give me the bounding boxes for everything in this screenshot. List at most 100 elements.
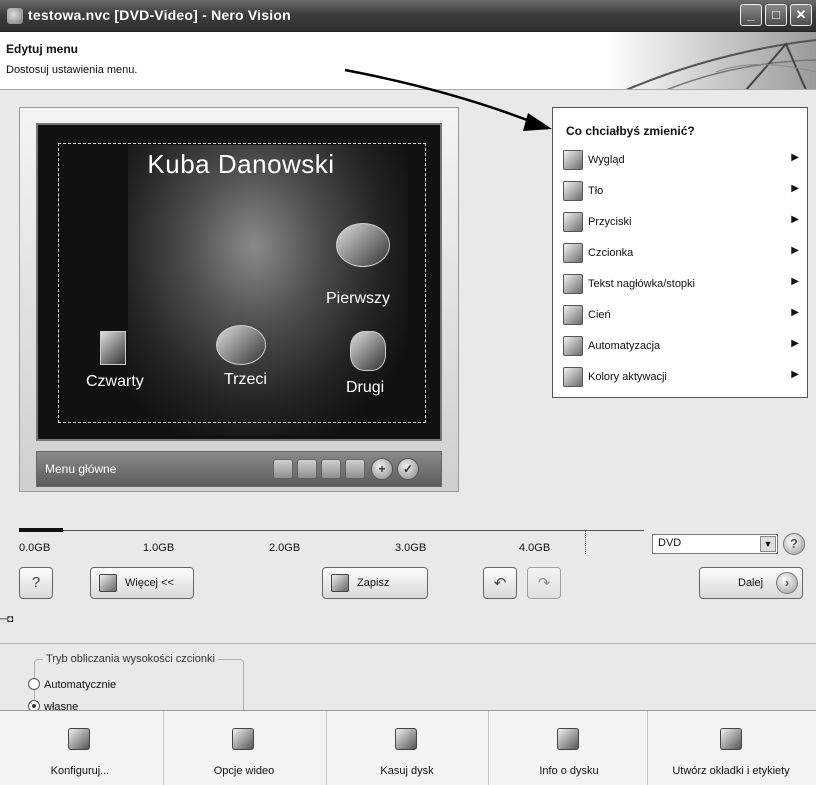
- capacity-scale-line: [19, 530, 644, 531]
- disc-type-value: DVD: [658, 537, 682, 549]
- change-item-label: Wygląd: [588, 154, 625, 166]
- next-page-icon[interactable]: [321, 459, 341, 479]
- pin-icon[interactable]: ─◘: [0, 614, 13, 625]
- button-thumbnail-czwarty[interactable]: [100, 331, 126, 365]
- radio-automatic[interactable]: Automatycznie: [28, 678, 116, 691]
- erase-disc-label: Kasuj dysk: [380, 765, 434, 777]
- last-page-icon[interactable]: [345, 459, 365, 479]
- close-button[interactable]: ✕: [790, 4, 812, 26]
- previous-page-icon[interactable]: [297, 459, 317, 479]
- submenu-arrow-icon: ▶: [791, 152, 799, 163]
- confirm-icon[interactable]: ✓: [397, 458, 419, 480]
- cover-label-icon: [720, 728, 742, 750]
- change-item-kolory-aktywacji[interactable]: Kolory aktywacji ▶: [563, 365, 801, 391]
- save-button-label: Zapisz: [357, 577, 390, 589]
- change-item-wyglad[interactable]: Wygląd ▶: [563, 148, 801, 174]
- bottom-toolbar: Konfiguruj... Opcje wideo Kasuj dysk Inf…: [0, 710, 816, 785]
- submenu-arrow-icon: ▶: [791, 245, 799, 256]
- undo-icon: ↶: [493, 575, 507, 592]
- create-covers-button[interactable]: Utwórz okładki i etykiety: [648, 711, 814, 785]
- change-item-czcionka[interactable]: Czcionka ▶: [563, 241, 801, 267]
- page-subtitle: Dostosuj ustawienia menu.: [6, 64, 138, 76]
- layout-icon: [563, 150, 583, 170]
- change-item-przyciski[interactable]: Przyciski ▶: [563, 210, 801, 236]
- menu-button-pierwszy[interactable]: Pierwszy: [326, 290, 390, 308]
- change-item-tekst-naglowka[interactable]: Tekst nagłówka/stopki ▶: [563, 272, 801, 298]
- window-title: testowa.nvc [DVD-Video] - Nero Vision: [28, 7, 291, 23]
- change-item-label: Tekst nagłówka/stopki: [588, 278, 695, 290]
- disc-capacity-bar: 0.0GB 1.0GB 2.0GB 3.0GB 4.0GB: [19, 520, 644, 554]
- capacity-limit-marker: [585, 530, 586, 554]
- disc-info-button[interactable]: Info o dysku: [489, 711, 649, 785]
- divider: [0, 643, 816, 644]
- configure-label: Konfiguruj...: [50, 765, 110, 777]
- shadow-icon: [563, 305, 583, 325]
- radio-automatic-label: Automatycznie: [44, 679, 117, 691]
- change-item-automatyzacja[interactable]: Automatyzacja ▶: [563, 334, 801, 360]
- change-item-label: Przyciski: [588, 216, 632, 228]
- radio-circle[interactable]: [28, 678, 40, 690]
- menu-button-drugi[interactable]: Drugi: [346, 379, 384, 397]
- menu-navigation-bar: Menu główne + ✓: [36, 451, 442, 487]
- submenu-arrow-icon: ▶: [791, 307, 799, 318]
- video-options-icon: [232, 728, 254, 750]
- help-button[interactable]: ?: [19, 567, 53, 599]
- video-options-label: Opcje wideo: [213, 765, 275, 777]
- capacity-tick-label: 1.0GB: [143, 542, 175, 554]
- change-item-label: Cień: [588, 309, 611, 321]
- next-button[interactable]: Dalej ›: [699, 567, 803, 599]
- redo-button[interactable]: ↷: [527, 567, 561, 599]
- menu-button-czwarty[interactable]: Czwarty: [86, 373, 144, 391]
- main-area: Kuba Danowski Pierwszy Drugi Trzeci Czwa…: [0, 68, 816, 717]
- save-icon: [331, 574, 349, 592]
- button-thumbnail-drugi[interactable]: [350, 331, 386, 371]
- capacity-tick-label: 0.0GB: [19, 542, 51, 554]
- buttons-icon: [563, 212, 583, 232]
- minimize-button[interactable]: _: [740, 4, 762, 26]
- capacity-tick-label: 2.0GB: [269, 542, 301, 554]
- change-menu-panel: Co chciałbyś zmienić? Wygląd ▶ Tło ▶ Prz…: [552, 107, 808, 398]
- submenu-arrow-icon: ▶: [791, 214, 799, 225]
- create-covers-label: Utwórz okładki i etykiety: [672, 765, 790, 777]
- header-footer-text-icon: [563, 274, 583, 294]
- nero-app-icon: [7, 8, 23, 24]
- video-options-button[interactable]: Opcje wideo: [164, 711, 324, 785]
- add-menu-icon[interactable]: +: [371, 458, 393, 480]
- menu-preview-screen: Kuba Danowski Pierwszy Drugi Trzeci Czwa…: [36, 123, 442, 441]
- menu-button-trzeci[interactable]: Trzeci: [224, 371, 267, 389]
- change-item-label: Kolory aktywacji: [588, 371, 667, 383]
- chevron-down-icon[interactable]: ▼: [760, 536, 776, 552]
- more-button[interactable]: Więcej <<: [90, 567, 194, 599]
- change-item-label: Tło: [588, 185, 604, 197]
- change-item-label: Automatyzacja: [588, 340, 661, 352]
- save-button[interactable]: Zapisz: [322, 567, 428, 599]
- arrow-right-icon: ›: [776, 572, 798, 594]
- erase-disc-icon: [395, 728, 417, 750]
- menu-title-text[interactable]: Kuba Danowski: [38, 149, 440, 180]
- first-page-icon[interactable]: [273, 459, 293, 479]
- question-icon: ?: [31, 574, 41, 591]
- disc-info-icon: [557, 728, 579, 750]
- button-thumbnail-pierwszy[interactable]: [336, 223, 390, 267]
- submenu-arrow-icon: ▶: [791, 369, 799, 380]
- activation-colors-icon: [563, 367, 583, 387]
- submenu-arrow-icon: ▶: [791, 183, 799, 194]
- disc-type-select[interactable]: DVD ▼: [652, 534, 778, 554]
- submenu-arrow-icon: ▶: [791, 276, 799, 287]
- font-height-mode-legend: Tryb obliczania wysokości czcionki: [46, 653, 215, 665]
- more-options-icon: [99, 574, 117, 592]
- button-thumbnail-trzeci[interactable]: [216, 325, 266, 365]
- maximize-button[interactable]: □: [765, 4, 787, 26]
- capacity-tick-label: 4.0GB: [519, 542, 551, 554]
- next-button-label: Dalej: [738, 577, 764, 589]
- erase-disc-button[interactable]: Kasuj dysk: [327, 711, 487, 785]
- change-item-tlo[interactable]: Tło ▶: [563, 179, 801, 205]
- change-item-cien[interactable]: Cień ▶: [563, 303, 801, 329]
- undo-button[interactable]: ↶: [483, 567, 517, 599]
- automation-icon: [563, 336, 583, 356]
- menu-preview-frame: Kuba Danowski Pierwszy Drugi Trzeci Czwa…: [19, 107, 459, 492]
- disc-help-icon[interactable]: ?: [783, 533, 805, 555]
- hammer-icon: [68, 728, 90, 750]
- configure-button[interactable]: Konfiguruj...: [0, 711, 160, 785]
- capacity-tick-label: 3.0GB: [395, 542, 427, 554]
